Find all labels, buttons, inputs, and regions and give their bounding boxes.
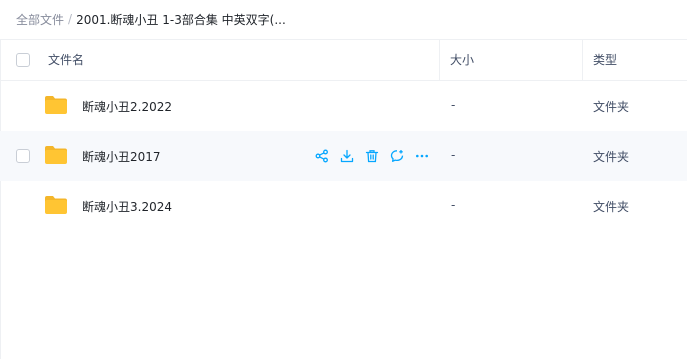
file-type: 文件夹 <box>593 200 630 214</box>
header-name[interactable]: 文件名 <box>48 40 84 80</box>
table-header: 文件名 大小 类型 <box>0 39 687 81</box>
header-type[interactable]: 类型 <box>593 40 617 80</box>
row-actions <box>314 148 430 164</box>
column-divider[interactable] <box>439 40 440 81</box>
download-icon[interactable] <box>339 148 355 164</box>
file-table: 文件名 大小 类型 断魂小丑2.2022 - 文件夹 断魂小丑2017 - 文件… <box>0 39 687 231</box>
delete-icon[interactable] <box>364 148 380 164</box>
select-all-checkbox[interactable] <box>16 53 30 67</box>
row-checkbox[interactable] <box>16 149 30 163</box>
header-size[interactable]: 大小 <box>450 40 474 80</box>
folder-icon <box>45 196 67 214</box>
breadcrumb-root[interactable]: 全部文件 <box>16 11 64 28</box>
file-size: - <box>451 98 456 112</box>
comment-icon[interactable] <box>389 148 405 164</box>
folder-icon <box>45 146 67 164</box>
file-name[interactable]: 断魂小丑3.2024 <box>82 198 172 215</box>
file-name[interactable]: 断魂小丑2.2022 <box>82 98 172 115</box>
file-size: - <box>451 198 456 212</box>
breadcrumb-current: 2001.断魂小丑 1-3部合集 中英双字(... <box>76 12 286 27</box>
file-type: 文件夹 <box>593 100 630 114</box>
column-divider[interactable] <box>582 40 583 81</box>
more-icon[interactable] <box>414 148 430 164</box>
file-type: 文件夹 <box>593 150 630 164</box>
breadcrumb: 全部文件 / 2001.断魂小丑 1-3部合集 中英双字(... <box>16 11 286 27</box>
table-row[interactable]: 断魂小丑2017 - 文件夹 <box>0 131 687 181</box>
breadcrumb-separator: / <box>68 12 73 26</box>
folder-icon <box>45 96 67 114</box>
file-name[interactable]: 断魂小丑2017 <box>82 148 161 165</box>
file-size: - <box>451 148 456 162</box>
table-row[interactable]: 断魂小丑2.2022 - 文件夹 <box>0 81 687 131</box>
table-row[interactable]: 断魂小丑3.2024 - 文件夹 <box>0 181 687 231</box>
share-icon[interactable] <box>314 148 330 164</box>
